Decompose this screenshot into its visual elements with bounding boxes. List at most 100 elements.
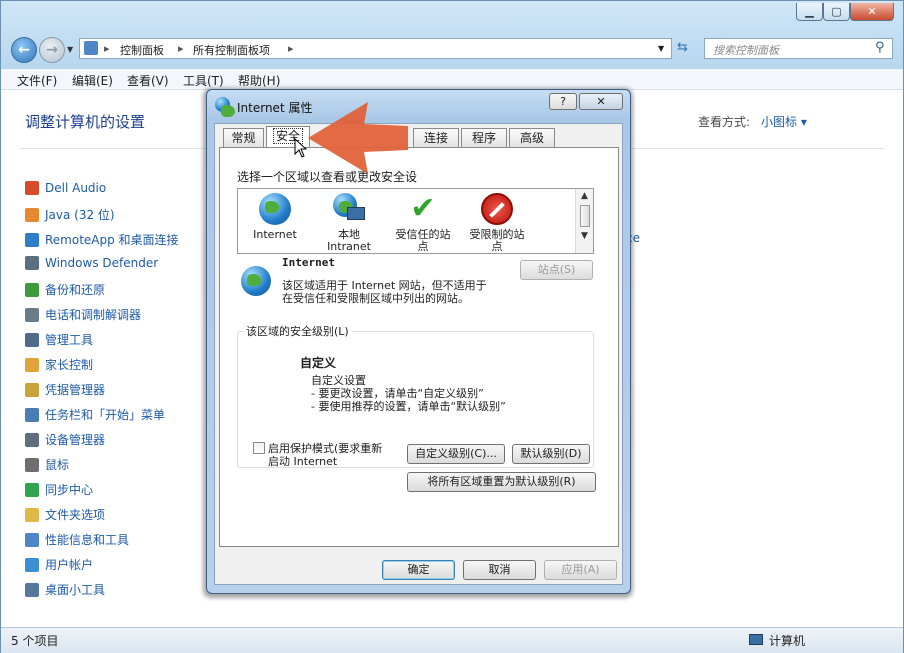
forward-button[interactable]: → [39, 37, 65, 63]
cp-item[interactable]: 家长控制 [25, 356, 93, 376]
cp-item-icon [25, 358, 39, 372]
sites-button[interactable]: 站点(S) [520, 260, 593, 280]
default-level-button[interactable]: 默认级别(D) [512, 444, 590, 464]
dialog-close-button[interactable]: ✕ [579, 93, 623, 110]
checkmark-icon: ✔ [410, 191, 436, 226]
cp-item-label: 性能信息和工具 [45, 533, 130, 547]
menu-edit[interactable]: 编辑(E) [72, 72, 113, 89]
menu-help[interactable]: 帮助(H) [238, 72, 280, 89]
tab-general[interactable]: 常规 [223, 128, 264, 147]
menu-tools[interactable]: 工具(T) [183, 72, 224, 89]
search-icon[interactable]: ⚲ [875, 40, 885, 55]
recent-pages-dropdown[interactable]: ▼ [67, 45, 73, 54]
cp-item[interactable]: 文件夹选项 [25, 506, 105, 526]
security-level-name: 自定义 [300, 356, 337, 370]
cp-item[interactable]: 备份和还原 [25, 281, 105, 301]
custom-level-button[interactable]: 自定义级别(C)... [407, 444, 505, 464]
scroll-down-icon[interactable]: ▼ [576, 231, 593, 241]
zone-restricted-label: 受限制的站 点 [469, 228, 525, 253]
scroll-thumb[interactable] [579, 205, 590, 227]
zone-internet[interactable]: Internet [238, 193, 312, 241]
zone-restricted[interactable]: 受限制的站 点 [460, 193, 534, 253]
cancel-button[interactable]: 取消 [463, 560, 536, 580]
cp-item-icon [25, 308, 39, 322]
search-input[interactable]: 搜索控制面板 ⚲ [704, 38, 893, 59]
cp-item-icon [25, 256, 39, 270]
scroll-up-icon[interactable]: ▲ [576, 191, 593, 201]
cp-item-label: 凭据管理器 [45, 383, 106, 397]
view-by-dropdown[interactable]: 小图标 ▾ [761, 113, 807, 130]
search-placeholder: 搜索控制面板 [713, 44, 779, 57]
cp-item-label: 家长控制 [45, 358, 94, 372]
cp-item[interactable]: 用户帐户 [25, 556, 93, 576]
address-separator-icon: ▸ [104, 42, 110, 55]
selected-zone-globe-icon [241, 266, 271, 296]
breadcrumb-control-panel[interactable]: 控制面板 [120, 42, 164, 58]
apply-button[interactable]: 应用(A) [544, 560, 617, 580]
cp-item-label: 设备管理器 [45, 433, 106, 447]
cp-item[interactable]: 同步中心 [25, 481, 93, 501]
intranet-icon [333, 193, 365, 225]
zone-description-line2: 在受信任和受限制区域中列出的网站。 [282, 292, 469, 305]
cp-item-label: 管理工具 [45, 333, 94, 347]
maximize-button[interactable]: ▢ [823, 3, 850, 21]
ie-globe-icon [215, 97, 235, 117]
cp-item-icon [25, 333, 39, 347]
address-dropdown-icon[interactable]: ▼ [658, 44, 664, 53]
cp-item[interactable]: 电话和调制解调器 [25, 306, 141, 326]
cp-item[interactable]: RemoteApp 和桌面连接 [25, 231, 179, 251]
zone-scrollbar[interactable]: ▲ ▼ [575, 189, 593, 253]
menu-view[interactable]: 查看(V) [127, 72, 169, 89]
cp-item-label: 电话和调制解调器 [45, 308, 142, 322]
help-button[interactable]: ? [549, 93, 577, 110]
view-by-label: 查看方式: [698, 115, 751, 129]
cp-item[interactable]: 桌面小工具 [25, 581, 105, 601]
reset-all-zones-button[interactable]: 将所有区域重置为默认级别(R) [407, 472, 596, 492]
ok-button[interactable]: 确定 [382, 560, 455, 580]
cp-item-icon [25, 508, 39, 522]
cp-item-icon [25, 283, 39, 297]
tab-programs[interactable]: 程序 [461, 128, 507, 147]
cp-item[interactable]: Dell Audio [25, 181, 106, 201]
cp-item-label: 同步中心 [45, 483, 94, 497]
address-bar[interactable]: ▸ 控制面板 ▸ 所有控制面板项 ▸ ▼ [79, 38, 672, 59]
cp-item-label: RemoteApp 和桌面连接 [45, 233, 179, 247]
cp-item[interactable]: 管理工具 [25, 331, 93, 351]
cp-item-label: 用户帐户 [45, 558, 94, 572]
cp-item-label: Dell Audio [45, 181, 107, 195]
cp-item[interactable]: 设备管理器 [25, 431, 105, 451]
cp-item[interactable]: 凭据管理器 [25, 381, 105, 401]
cp-item[interactable]: 任务栏和「开始」菜单 [25, 406, 165, 426]
zone-intranet-label: 本地 Intranet [327, 228, 371, 253]
cp-item-icon [25, 433, 39, 447]
refresh-icon[interactable]: ⇆ [677, 40, 688, 55]
tab-connections[interactable]: 连接 [413, 128, 459, 147]
address-separator-icon: ▸ [288, 42, 294, 55]
cp-item[interactable]: Windows Defender [25, 256, 158, 276]
minimize-button[interactable]: ▁ [796, 3, 823, 21]
cp-item-label: 文件夹选项 [45, 508, 106, 522]
cp-item-icon [25, 458, 39, 472]
back-button[interactable]: ← [11, 37, 37, 63]
cp-item-icon [25, 208, 39, 222]
cp-item[interactable]: Java (32 位) [25, 206, 115, 226]
menu-file[interactable]: 文件(F) [17, 72, 57, 89]
cp-item[interactable]: 性能信息和工具 [25, 531, 129, 551]
protected-mode-checkbox[interactable] [253, 442, 265, 454]
watermark-brand: Baidu经验 [690, 576, 847, 611]
tab-advanced[interactable]: 高级 [509, 128, 555, 147]
zone-heading: Internet [282, 256, 335, 269]
cp-item[interactable]: 鼠标 [25, 456, 69, 476]
zone-trusted[interactable]: ✔ 受信任的站 点 [386, 193, 460, 253]
security-level-desc3: - 要使用推荐的设置，请单击“默认级别” [311, 400, 506, 413]
cp-item-icon [25, 383, 39, 397]
zone-list[interactable]: Internet 本地 Intranet ✔ 受信任的站 点 受限制的站 点 ▲… [237, 188, 594, 254]
cp-item-icon [25, 533, 39, 547]
breadcrumb-all-items[interactable]: 所有控制面板项 [193, 42, 270, 58]
close-window-button[interactable]: ✕ [850, 3, 894, 21]
baidu-watermark: Baidu经验 jingyan.baidu.com [690, 568, 846, 623]
cp-item-label: Java (32 位) [45, 208, 115, 222]
cp-item-icon [25, 408, 39, 422]
menu-bar: 文件(F) 编辑(E) 查看(V) 工具(T) 帮助(H) [1, 69, 903, 90]
zone-intranet[interactable]: 本地 Intranet [312, 193, 386, 253]
